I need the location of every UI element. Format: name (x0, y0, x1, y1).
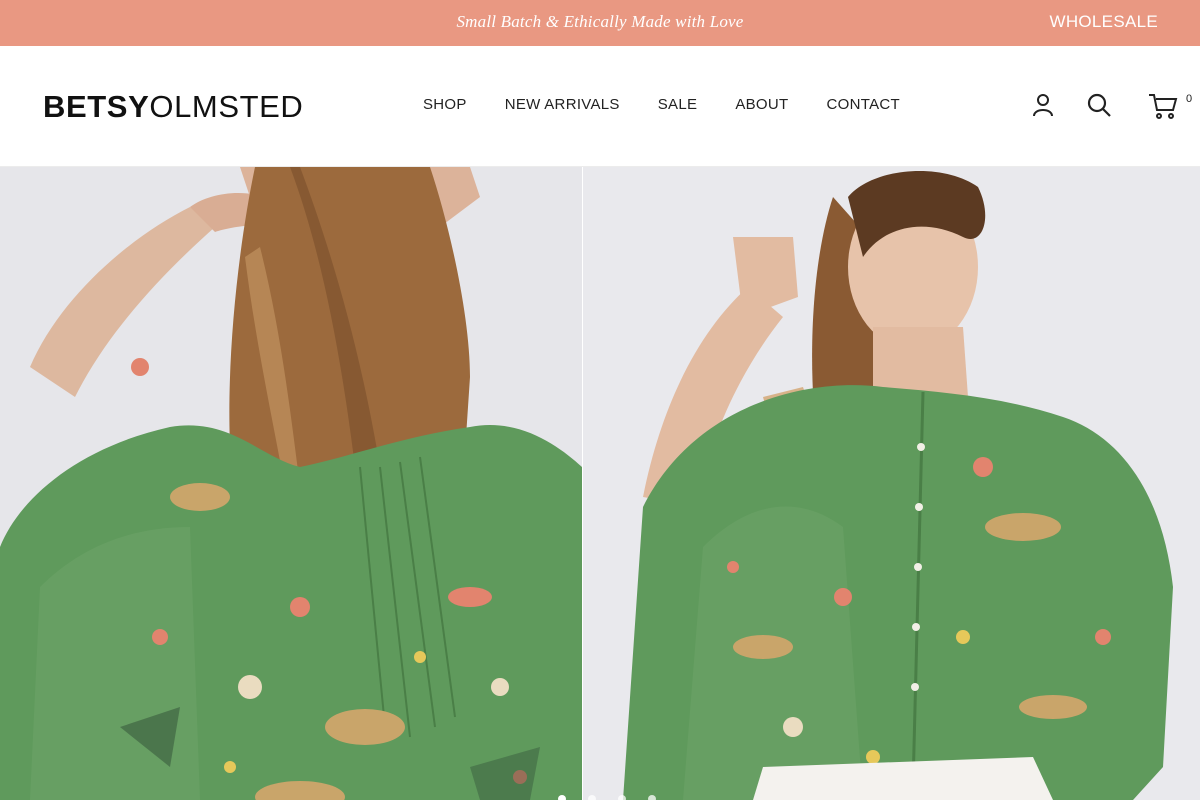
hero-image-front-view[interactable] (583, 167, 1200, 800)
hero-image-back-view[interactable] (0, 167, 582, 800)
account-icon[interactable] (1030, 92, 1056, 118)
nav-about[interactable]: ABOUT (735, 96, 788, 113)
slide-indicators (558, 795, 656, 803)
slide-dot[interactable] (618, 795, 626, 803)
nav-sale[interactable]: SALE (658, 96, 698, 113)
announcement-bar: Small Batch & Ethically Made with Love W… (0, 0, 1200, 46)
nav-contact[interactable]: CONTACT (827, 96, 900, 113)
slide-dot[interactable] (588, 795, 596, 803)
slide-dot[interactable] (558, 795, 566, 803)
logo-second-part: OLMSTED (149, 89, 304, 124)
nav-new-arrivals[interactable]: NEW ARRIVALS (505, 96, 620, 113)
site-header: BETSYOLMSTED SHOP NEW ARRIVALS SALE ABOU… (0, 46, 1200, 167)
hero-slideshow[interactable] (0, 167, 1200, 800)
cart-count-badge[interactable]: 0 (1186, 93, 1192, 105)
main-nav: SHOP NEW ARRIVALS SALE ABOUT CONTACT (423, 96, 938, 113)
slide-dot[interactable] (648, 795, 656, 803)
brand-logo[interactable]: BETSYOLMSTED (43, 90, 303, 124)
nav-shop[interactable]: SHOP (423, 96, 467, 113)
search-icon[interactable] (1086, 92, 1112, 118)
cart-icon[interactable] (1148, 92, 1178, 120)
logo-first-part: BETSY (43, 89, 150, 124)
wholesale-link[interactable]: WHOLESALE (1049, 12, 1158, 32)
announcement-text: Small Batch & Ethically Made with Love (456, 12, 744, 31)
